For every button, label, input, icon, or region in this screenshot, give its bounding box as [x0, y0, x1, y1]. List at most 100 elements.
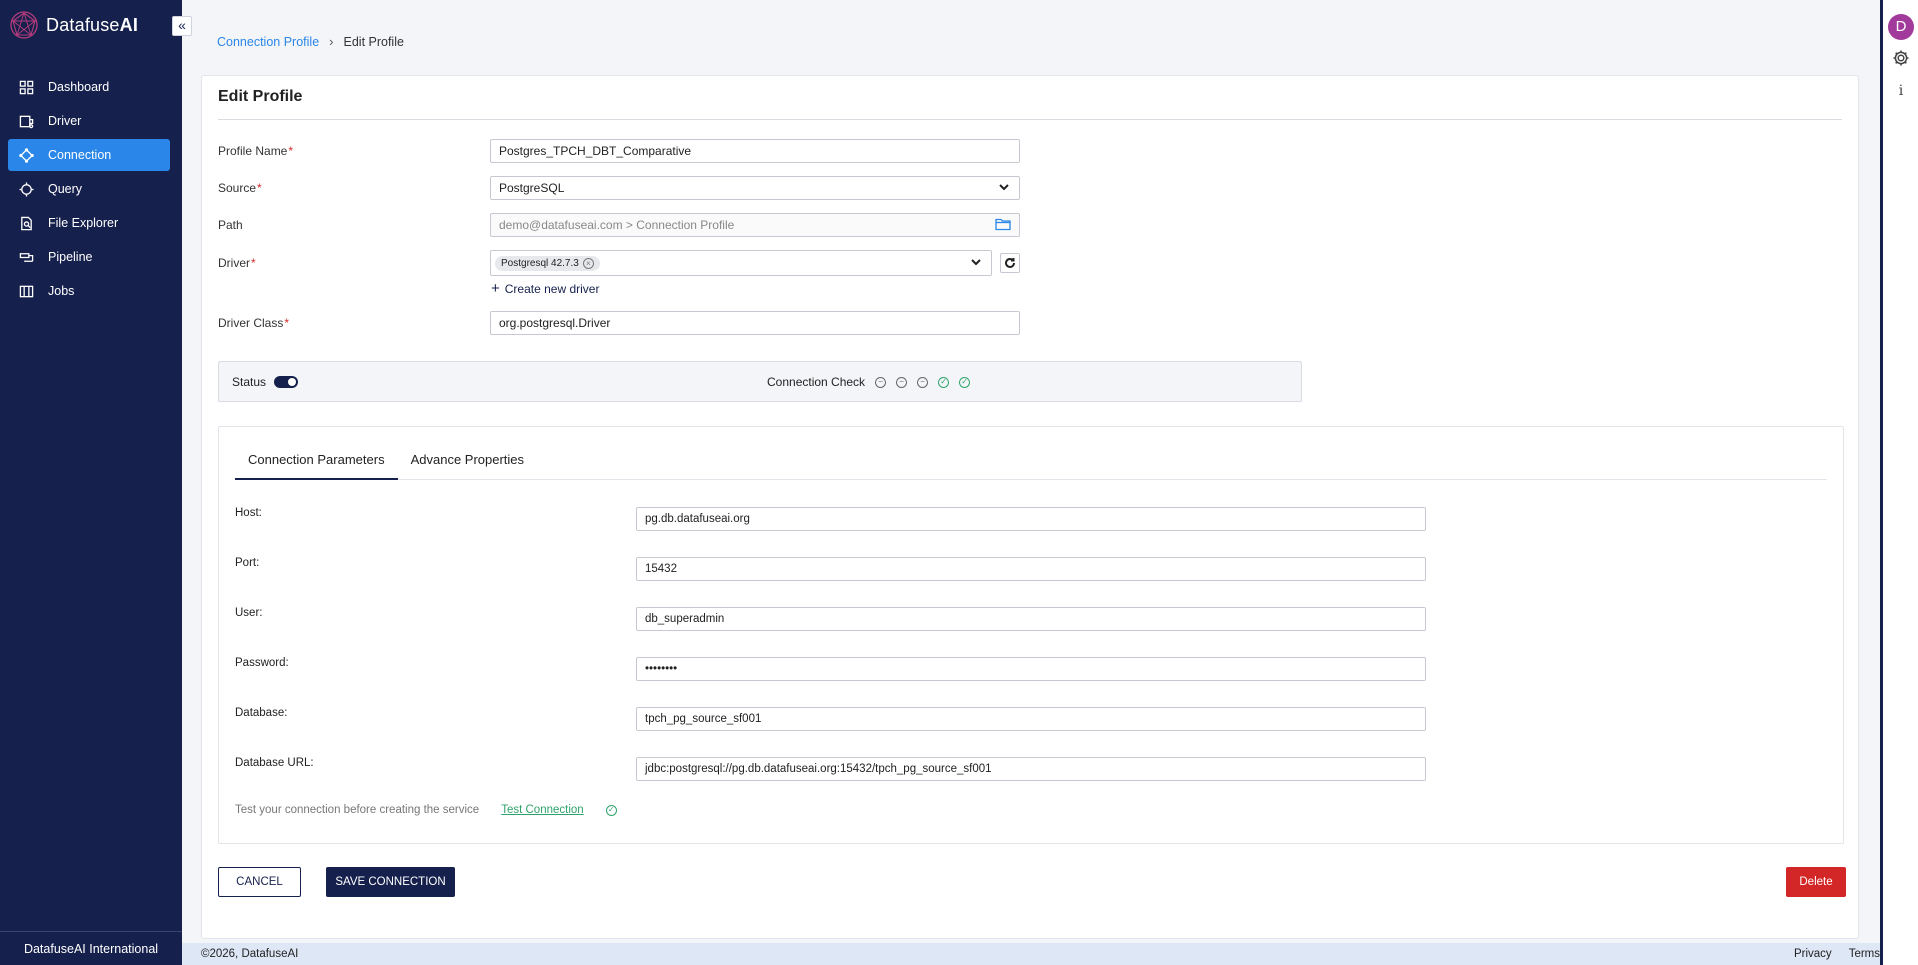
connection-check-label: Connection Check — [767, 375, 866, 389]
params-tabs: Connection Parameters Advance Properties — [235, 443, 1827, 480]
test-connection-link[interactable]: Test Connection — [501, 804, 583, 816]
chevron-down-icon — [969, 255, 983, 272]
profile-name-input[interactable]: Postgres_TPCH_DBT_Comparative — [490, 139, 1020, 163]
driver-chip: Postgresql 42.7.3 × — [495, 256, 600, 271]
page-title: Edit Profile — [218, 88, 303, 105]
info-icon[interactable]: i — [1891, 81, 1911, 101]
password-label: Password: — [235, 657, 289, 669]
sidebar-item-label: Query — [48, 182, 83, 196]
sidebar-item-label: Driver — [48, 114, 82, 128]
breadcrumb-connection-profile[interactable]: Connection Profile — [217, 35, 319, 49]
user-label: User: — [235, 607, 263, 619]
privacy-link[interactable]: Privacy — [1794, 948, 1832, 960]
status-toggle[interactable] — [274, 376, 298, 388]
tab-advance-properties[interactable]: Advance Properties — [398, 443, 537, 480]
source-label: Source* — [218, 181, 262, 195]
driver-icon — [18, 113, 34, 129]
query-icon — [18, 181, 34, 197]
database-input[interactable]: tpch_pg_source_sf001 — [636, 707, 1426, 731]
test-connection-row: Test your connection before creating the… — [235, 804, 617, 816]
file-explorer-icon — [18, 215, 34, 231]
pipeline-icon — [18, 249, 34, 265]
status-label: Status — [232, 375, 267, 389]
datafuse-logo-icon — [10, 11, 38, 39]
grid-icon — [18, 79, 34, 95]
source-row: Source* PostgreSQL — [218, 176, 1020, 200]
jobs-icon — [18, 283, 34, 299]
title-divider — [218, 119, 1842, 120]
connection-icon — [18, 147, 34, 163]
user-input[interactable]: db_superadmin — [636, 607, 1426, 631]
sidebar-item-label: Dashboard — [48, 80, 110, 94]
minus-circle-icon: − — [917, 376, 929, 388]
refresh-icon — [1005, 257, 1015, 268]
sidebar-item-dashboard[interactable]: Dashboard — [8, 71, 170, 103]
sidebar-item-connection[interactable]: Connection — [8, 139, 170, 171]
refresh-drivers-button[interactable] — [1000, 253, 1020, 273]
host-input[interactable]: pg.db.datafuseai.org — [636, 507, 1426, 531]
collapse-sidebar-button[interactable]: « — [172, 16, 192, 36]
sidebar-item-pipeline[interactable]: Pipeline — [8, 241, 170, 273]
connection-params-panel: Connection Parameters Advance Properties… — [218, 426, 1844, 844]
folder-icon[interactable] — [995, 217, 1011, 234]
sidebar-footer: DatafuseAI International — [0, 931, 182, 965]
status-panel: Status Connection Check − − − ✓ ✓ — [218, 361, 1302, 402]
create-new-driver-link[interactable]: + Create new driver — [491, 280, 599, 297]
driver-label: Driver* — [218, 256, 256, 270]
path-label: Path — [218, 218, 243, 232]
sidebar-nav: Dashboard Driver Connection Query File E… — [8, 71, 170, 309]
sidebar-item-label: Connection — [48, 148, 112, 162]
driver-class-label: Driver Class* — [218, 316, 290, 330]
check-circle-icon: ✓ — [605, 804, 617, 816]
avatar[interactable]: D — [1888, 14, 1914, 40]
save-connection-button[interactable]: SAVE CONNECTION — [326, 867, 455, 897]
breadcrumb-current: Edit Profile — [343, 34, 404, 49]
tab-connection-parameters[interactable]: Connection Parameters — [235, 443, 398, 480]
path-row: Path demo@datafuseai.com > Connection Pr… — [218, 213, 1020, 237]
plus-icon: + — [491, 280, 500, 297]
sidebar-item-label: Jobs — [48, 284, 75, 298]
delete-button[interactable]: Delete — [1786, 867, 1846, 897]
sidebar-item-label: File Explorer — [48, 216, 119, 230]
minus-circle-icon: − — [875, 376, 887, 388]
app-logo[interactable]: DatafuseAI — [8, 10, 138, 40]
sidebar: DatafuseAI Dashboard Driver Connection Q… — [0, 0, 182, 965]
port-input[interactable]: 15432 — [636, 557, 1426, 581]
source-select[interactable]: PostgreSQL — [490, 176, 1020, 200]
page-footer: ©2026, DatafuseAI Privacy Terms — [182, 943, 1880, 965]
host-label: Host: — [235, 507, 262, 519]
copyright: ©2026, DatafuseAI — [201, 948, 299, 960]
database-url-input[interactable]: jdbc:postgresql://pg.db.datafuseai.org:1… — [636, 757, 1426, 781]
driver-select[interactable]: Postgresql 42.7.3 × — [490, 250, 992, 276]
chevron-down-icon — [997, 180, 1011, 197]
footer-links: Privacy Terms — [1777, 948, 1880, 960]
database-label: Database: — [235, 707, 288, 719]
check-circle-icon: ✓ — [959, 376, 971, 388]
profile-name-row: Profile Name* Postgres_TPCH_DBT_Comparat… — [218, 139, 1020, 163]
terms-link[interactable]: Terms — [1849, 948, 1880, 960]
sidebar-item-file-explorer[interactable]: File Explorer — [8, 207, 170, 239]
password-input[interactable]: •••••••• — [636, 657, 1426, 681]
cancel-button[interactable]: CANCEL — [218, 867, 301, 897]
profile-name-label: Profile Name* — [218, 144, 294, 158]
database-url-label: Database URL: — [235, 757, 314, 769]
minus-circle-icon: − — [896, 376, 908, 388]
sidebar-item-driver[interactable]: Driver — [8, 105, 170, 137]
sidebar-item-jobs[interactable]: Jobs — [8, 275, 170, 307]
port-label: Port: — [235, 557, 260, 569]
test-connection-hint: Test your connection before creating the… — [235, 804, 480, 816]
chip-remove-icon[interactable]: × — [582, 258, 594, 269]
sidebar-item-query[interactable]: Query — [8, 173, 170, 205]
chevron-right-icon: › — [329, 34, 334, 49]
edit-profile-card: Edit Profile Profile Name* Postgres_TPCH… — [201, 75, 1859, 939]
driver-class-input[interactable]: org.postgresql.Driver — [490, 311, 1020, 335]
connection-check: Connection Check − − − ✓ ✓ — [767, 375, 971, 389]
path-input[interactable]: demo@datafuseai.com > Connection Profile — [490, 213, 1020, 237]
driver-row: Driver* Postgresql 42.7.3 × — [218, 250, 1020, 276]
gear-icon[interactable] — [1891, 48, 1911, 68]
check-circle-icon: ✓ — [938, 376, 950, 388]
sidebar-item-label: Pipeline — [48, 250, 93, 264]
app-name: DatafuseAI — [46, 14, 139, 35]
right-toolbar: D i — [1880, 0, 1918, 965]
breadcrumb: Connection Profile › Edit Profile — [217, 34, 404, 49]
